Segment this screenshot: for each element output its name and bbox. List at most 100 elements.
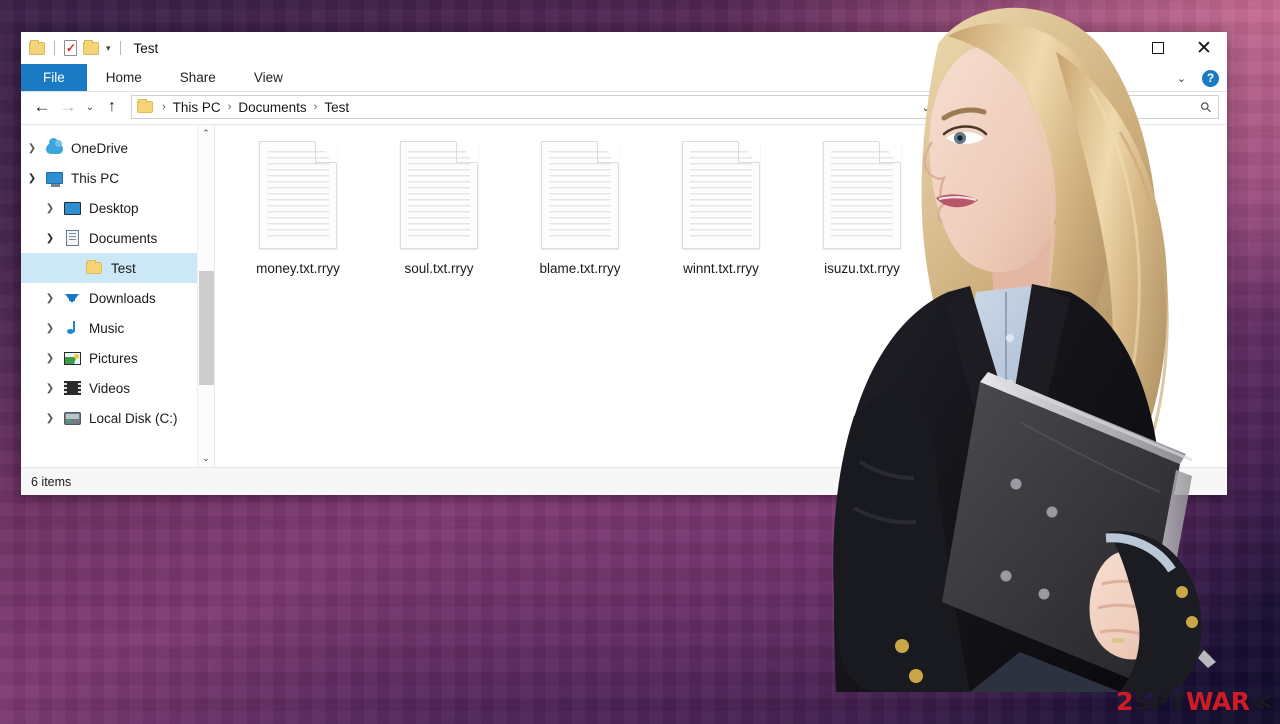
file-icon-lines: [690, 151, 752, 239]
scrollbar-thumb[interactable]: [198, 271, 214, 386]
pen-tip: [1198, 650, 1216, 668]
sidebar-item-test[interactable]: ❯ Test: [21, 253, 214, 283]
file-item[interactable]: isuzu.txt.rryy: [803, 141, 921, 276]
file-item[interactable]: money.txt.rryy: [239, 141, 357, 276]
file-list-pane[interactable]: money.txt.rryy soul.txt.rryy blame.txt.r…: [214, 125, 1227, 467]
scrollbar-track[interactable]: [198, 142, 215, 450]
pc-icon: [43, 172, 65, 187]
scroll-up-icon[interactable]: ⌃: [198, 125, 215, 142]
text-file-icon: [541, 141, 619, 249]
cloud-icon: [43, 137, 65, 154]
maximize-button[interactable]: [1135, 32, 1181, 64]
sidebar-item-label: OneDrive: [71, 140, 129, 156]
sidebar-item-music[interactable]: ❯ Music: [21, 313, 214, 343]
binder-rivet: [1038, 588, 1050, 600]
file-grid: money.txt.rryy soul.txt.rryy blame.txt.r…: [239, 141, 1227, 276]
breadcrumb-item-test[interactable]: Test: [324, 100, 349, 115]
file-icon-lines: [549, 151, 611, 239]
watermark-2spyware: 2 SPY WAR ≪: [1116, 689, 1272, 714]
sleeve-button: [895, 639, 909, 653]
pen: [1144, 600, 1212, 664]
sidebar-item-label: Desktop: [89, 200, 139, 216]
address-bar[interactable]: › This PC › Documents › Test ⌄ ↻: [131, 95, 964, 119]
file-icon-lines: [267, 151, 329, 239]
chevron-down-icon[interactable]: ⌄: [915, 101, 937, 114]
item-count-label: 6 items: [31, 474, 72, 489]
folder-icon: [83, 260, 105, 274]
separator: [119, 41, 121, 55]
breadcrumb-separator: ›: [162, 101, 166, 113]
tab-file[interactable]: File: [21, 64, 87, 91]
finger-line: [1097, 603, 1165, 620]
chevron-down-icon[interactable]: ❯: [21, 173, 43, 184]
chevron-right-icon[interactable]: ❯: [39, 383, 61, 394]
new-folder-icon[interactable]: [83, 39, 99, 55]
chevron-down-icon[interactable]: ⌄: [1171, 72, 1192, 85]
file-name: blame.txt.rryy: [539, 261, 621, 276]
knit-top: [970, 652, 1120, 692]
forward-button[interactable]: →: [55, 94, 81, 120]
sidebar-item-this-pc[interactable]: ❯ This PC: [21, 163, 214, 193]
breadcrumb-item-this-pc[interactable]: This PC: [173, 100, 221, 115]
chevron-down-icon[interactable]: ▾: [106, 43, 111, 54]
tab-home[interactable]: Home: [87, 64, 161, 91]
window-title: Test: [133, 40, 159, 56]
breadcrumb-separator: ›: [313, 101, 318, 113]
watermark-chevron-icon: ≪: [1250, 689, 1273, 713]
tab-share[interactable]: Share: [161, 64, 235, 91]
separator: [54, 41, 55, 55]
help-icon[interactable]: ?: [1202, 69, 1219, 87]
file-item[interactable]: blame.txt.rryy: [521, 141, 639, 276]
cuff-button: [1186, 616, 1198, 628]
sidebar-item-onedrive[interactable]: ❯ OneDrive: [21, 133, 214, 163]
file-name: isuzu.txt.rryy: [824, 261, 900, 276]
chevron-placeholder-icon: ❯: [61, 263, 83, 274]
search-input[interactable]: ⚲: [964, 95, 1219, 119]
desktop-background: ▾ Test ✕ File Home Share View ⌄ ?: [0, 0, 1280, 724]
properties-icon[interactable]: [64, 40, 77, 56]
scroll-down-icon[interactable]: ⌄: [198, 450, 215, 467]
navigation-pane: ❯ OneDrive ❯ This PC ❯ Desktop ❯ Documen…: [21, 125, 214, 467]
text-file-icon: [682, 141, 760, 249]
folder-icon: [137, 99, 153, 113]
chevron-right-icon[interactable]: ❯: [39, 353, 61, 364]
search-icon[interactable]: ⚲: [1196, 97, 1215, 116]
hand: [1089, 551, 1177, 660]
file-item[interactable]: winnt.txt.rryy: [662, 141, 780, 276]
sidebar-item-downloads[interactable]: ❯ Downloads: [21, 283, 214, 313]
chevron-right-icon[interactable]: ❯: [39, 293, 61, 304]
refresh-icon[interactable]: ↻: [937, 96, 963, 118]
file-icon-fold-highlight: [315, 141, 337, 163]
desktop-icon: [61, 201, 83, 215]
status-bar: 6 items: [21, 467, 1227, 495]
chevron-down-icon[interactable]: ❯: [39, 233, 61, 244]
recent-locations-icon[interactable]: ⌄: [81, 94, 99, 120]
chevron-right-icon[interactable]: ❯: [39, 203, 61, 214]
sidebar-item-documents[interactable]: ❯ Documents: [21, 223, 214, 253]
chevron-right-icon[interactable]: ❯: [39, 323, 61, 334]
explorer-body: ❯ OneDrive ❯ This PC ❯ Desktop ❯ Documen…: [21, 124, 1227, 467]
up-button[interactable]: ↑: [99, 94, 125, 120]
back-button[interactable]: ←: [29, 94, 55, 120]
close-icon: ✕: [1196, 37, 1212, 59]
sleeve-button: [909, 669, 923, 683]
address-bar-row: ← → ⌄ ↑ › This PC › Documents › Test ⌄ ↻: [21, 92, 1227, 124]
sidebar-item-pictures[interactable]: ❯ Pictures: [21, 343, 214, 373]
sidebar-item-label: Music: [89, 320, 125, 336]
sleeve-fold: [853, 506, 917, 525]
shirt-cuff: [1105, 533, 1176, 573]
file-name: soul.txt.rryy: [404, 261, 474, 276]
breadcrumb-item-documents[interactable]: Documents: [238, 100, 306, 115]
chevron-right-icon[interactable]: ❯: [21, 143, 43, 154]
close-button[interactable]: ✕: [1181, 32, 1227, 64]
sidebar-item-desktop[interactable]: ❯ Desktop: [21, 193, 214, 223]
tab-view[interactable]: View: [235, 64, 302, 91]
folder-icon[interactable]: [29, 39, 45, 55]
sidebar-item-local-disk-c[interactable]: ❯ Local Disk (C:): [21, 403, 214, 433]
sidebar-item-videos[interactable]: ❯ Videos: [21, 373, 214, 403]
finger-line: [1099, 628, 1159, 644]
navigation-pane-scrollbar[interactable]: ⌃ ⌄: [197, 125, 214, 467]
text-file-icon: [823, 141, 901, 249]
chevron-right-icon[interactable]: ❯: [39, 413, 61, 424]
file-item[interactable]: soul.txt.rryy: [380, 141, 498, 276]
